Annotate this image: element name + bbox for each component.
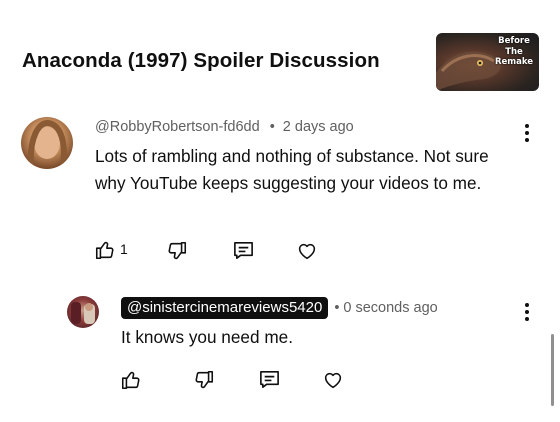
reply-author[interactable]: @sinistercinemareviews5420 [121, 297, 329, 319]
thumbnail-caption: Before The Remake [494, 36, 534, 68]
reply-time: 0 seconds ago [343, 300, 438, 316]
caption-line: Before [498, 36, 530, 46]
reply-icon[interactable] [258, 368, 281, 391]
separator-dot: • [334, 300, 340, 316]
avatar[interactable] [21, 117, 73, 169]
header: Anaconda (1997) Spoiler Discussion Befor… [0, 0, 560, 100]
page-title: Anaconda (1997) Spoiler Discussion [22, 49, 380, 72]
heart-icon[interactable] [322, 369, 344, 391]
reply-meta: @sinistercinemareviews5420 • 0 seconds a… [121, 297, 438, 319]
video-thumbnail[interactable]: Before The Remake [436, 33, 539, 91]
comment-meta: @RobbyRobertson-fd6dd • 2 days ago [95, 119, 354, 135]
more-vert-icon[interactable] [519, 302, 535, 322]
scrollbar[interactable] [551, 334, 554, 406]
reply-text: It knows you need me. [121, 327, 293, 347]
avatar-portrait [71, 302, 95, 324]
avatar[interactable] [67, 296, 99, 328]
avatar-portrait [27, 119, 67, 168]
thumbs-down-icon[interactable] [193, 369, 215, 391]
more-vert-icon[interactable] [519, 123, 535, 143]
heart-icon[interactable] [296, 240, 318, 262]
caption-line: The [505, 46, 523, 57]
caption-line: Remake [494, 57, 534, 67]
thumbs-up-icon[interactable] [94, 239, 116, 261]
comment-text: Lots of rambling and nothing of substanc… [95, 146, 489, 193]
comment-time: 2 days ago [282, 119, 354, 135]
reply-icon[interactable] [232, 239, 255, 262]
thumbs-down-icon[interactable] [166, 240, 188, 262]
separator-dot: • [269, 119, 275, 135]
comment-author[interactable]: @RobbyRobertson-fd6dd [95, 119, 260, 135]
like-count: 1 [120, 241, 128, 257]
thumbs-up-icon[interactable] [120, 369, 142, 391]
